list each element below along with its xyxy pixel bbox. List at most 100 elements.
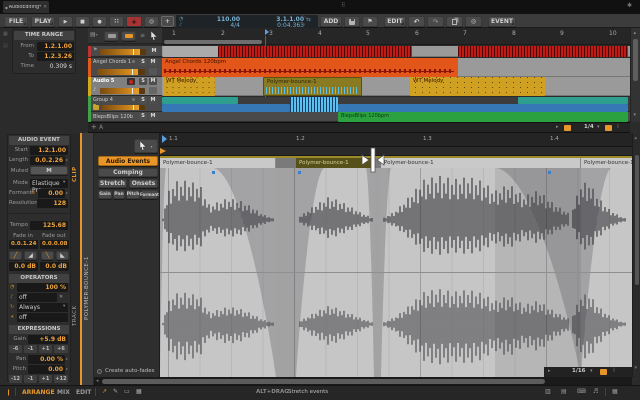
repeat-x-button[interactable]: ✕: [59, 294, 63, 300]
grid-tool-icon[interactable]: ▦: [136, 388, 142, 395]
layout-dots-icon[interactable]: ⠿: [341, 2, 345, 9]
record-button[interactable]: ●: [92, 16, 107, 27]
audio-event-title-1[interactable]: Polymer-bounce-1: [160, 158, 276, 168]
editor-marker-lane[interactable]: [160, 147, 632, 156]
layout-large-button[interactable]: [121, 31, 136, 41]
pitch-step-+1[interactable]: +1: [39, 375, 52, 383]
scroll-up-icon[interactable]: ▴: [634, 30, 637, 36]
formant-value[interactable]: 0.00: [38, 189, 65, 198]
scroll-thumb[interactable]: [635, 155, 639, 285]
track-5-solo-button[interactable]: S: [139, 113, 147, 120]
ed-adaptive-icon[interactable]: [600, 369, 607, 375]
pitch-stepper-icon[interactable]: ▸: [66, 366, 68, 371]
arranger-grid-value[interactable]: 1/4: [584, 124, 594, 130]
follow-playhead-icon[interactable]: ⇆: [306, 16, 311, 23]
track-3-mute-button[interactable]: M: [149, 78, 157, 85]
polymer-clip-selected[interactable]: Polymer-bounce-1: [263, 77, 362, 96]
track-tab[interactable]: TRACK: [72, 292, 78, 326]
arr-grid-dropdown-icon[interactable]: ▾: [597, 124, 600, 130]
rect-tool-icon[interactable]: ▭: [124, 388, 130, 395]
scroll-up-icon[interactable]: ▴: [635, 135, 638, 141]
mode-dropdown-icon[interactable]: ▾: [63, 180, 65, 185]
length-stepper-icon[interactable]: ▸: [66, 157, 68, 162]
track-display-mode-icon[interactable]: ▤▾: [90, 31, 98, 38]
copy-button[interactable]: [446, 16, 463, 27]
pointer-tool-icon[interactable]: [150, 31, 159, 41]
blue-lane-clip-1[interactable]: [162, 104, 290, 112]
track-3-extra-button[interactable]: [149, 87, 157, 94]
editor-pointer-tool-button[interactable]: ▾: [134, 139, 158, 153]
track-2-mute-button[interactable]: M: [149, 59, 157, 66]
automation-write-button[interactable]: ◎: [144, 16, 159, 27]
ed-follow-icon[interactable]: ▸: [548, 368, 551, 374]
arr-follow-icon[interactable]: ▸: [556, 124, 559, 130]
length-value[interactable]: 0.0.2.26: [30, 156, 65, 165]
chance-value[interactable]: 100 %: [17, 283, 68, 292]
panel-toggle-notes-icon[interactable]: ▥: [545, 388, 551, 395]
track-4-monitor-dot[interactable]: [132, 98, 135, 101]
empty-clip-slot[interactable]: [163, 46, 218, 57]
pan-stepper-icon[interactable]: ▸: [66, 356, 68, 361]
arranger-playhead-icon[interactable]: [265, 29, 269, 35]
arr-zoom-grip-icon[interactable]: ⁞: [617, 123, 619, 130]
onsets-button[interactable]: Onsets: [129, 179, 158, 188]
undo-button[interactable]: ↶: [408, 16, 425, 27]
arr-snap-icon[interactable]: [564, 125, 571, 131]
panel-strip-icon2[interactable]: ▤: [3, 43, 8, 49]
resolution-value[interactable]: 128: [37, 199, 68, 208]
editor-hscrollbar[interactable]: ◂: [94, 377, 632, 385]
pan-button[interactable]: Pan: [113, 190, 125, 199]
marker-button[interactable]: ⚑: [362, 16, 378, 27]
stretch-marker-dot[interactable]: [548, 171, 551, 174]
audio-events-button[interactable]: Audio Events: [98, 156, 158, 166]
gain-step--1[interactable]: -1: [24, 345, 37, 353]
settings-gear-icon[interactable]: ✱: [627, 2, 632, 9]
fade-out-db[interactable]: 0.0 dB: [40, 262, 69, 271]
groove-meter-icon[interactable]: ♪: [179, 22, 182, 28]
scroll-thumb[interactable]: [633, 39, 638, 81]
panel-toggle-mixer-icon[interactable]: ▦: [612, 388, 618, 395]
track-4-solo-button[interactable]: S: [139, 97, 147, 104]
fade-out-linear-button[interactable]: ╲: [41, 251, 54, 260]
pitch-step--1[interactable]: -1: [24, 375, 37, 383]
gain-step-+6[interactable]: +6: [54, 345, 68, 353]
event-menu-button[interactable]: EVENT: [488, 16, 516, 27]
folder-icon[interactable]: [93, 105, 99, 110]
editor-vscrollbar[interactable]: ▴ ▾: [632, 133, 640, 377]
comping-button[interactable]: Comping: [98, 168, 158, 177]
fade-out-curve-button[interactable]: ◣: [56, 251, 69, 260]
view-mix[interactable]: MIX: [57, 389, 70, 396]
teal-clip-1[interactable]: [162, 97, 238, 104]
cue-range-bar[interactable]: [164, 40, 262, 44]
settings-button[interactable]: ◎: [465, 16, 482, 27]
automation-toggle[interactable]: A: [99, 124, 103, 131]
editor-grid-value[interactable]: 1/16: [572, 368, 586, 374]
track-5-mute-button[interactable]: M: [149, 113, 157, 120]
fade-in-linear-button[interactable]: ╱: [9, 251, 22, 260]
track-1-mute-button[interactable]: M: [150, 48, 158, 55]
editor-playhead-icon[interactable]: [162, 135, 167, 143]
track-2-extra-button[interactable]: [149, 68, 157, 75]
to-value[interactable]: 1.2.3.26: [37, 52, 74, 61]
add-track-button[interactable]: +: [91, 123, 97, 131]
bleps-clip[interactable]: BlepsBlips 120bpm: [338, 112, 628, 122]
arr-adaptive-icon[interactable]: [605, 125, 612, 131]
snap-toggle-icon[interactable]: ↗: [102, 388, 107, 395]
punch-in-button[interactable]: +: [161, 16, 174, 27]
fade-out-value[interactable]: 0.0.0.08: [40, 240, 69, 249]
track-5-name[interactable]: BlepsBlips 120b..: [93, 114, 133, 120]
track-4-name[interactable]: Group 4: [93, 97, 127, 103]
pitch-value[interactable]: 0.00: [28, 365, 65, 374]
track-3-record-arm-button[interactable]: [127, 78, 135, 85]
formant-stepper-icon[interactable]: ▸: [66, 190, 68, 195]
layout-small-button[interactable]: [104, 31, 119, 41]
ed-zoom-grip-icon[interactable]: ⁞: [613, 367, 615, 374]
view-arrange[interactable]: ARRANGE: [22, 389, 55, 396]
wt-melody-clip-2[interactable]: WT Melody: [410, 77, 545, 96]
gain-step-+1[interactable]: +1: [39, 345, 52, 353]
clip-start-marker-icon[interactable]: [160, 148, 166, 154]
overdub-record-button[interactable]: +: [126, 16, 142, 27]
fade-in-value[interactable]: 0.0.1.24: [9, 240, 38, 249]
track-4-mute-button[interactable]: M: [149, 97, 157, 104]
red-audio-clip-2[interactable]: [458, 46, 628, 57]
